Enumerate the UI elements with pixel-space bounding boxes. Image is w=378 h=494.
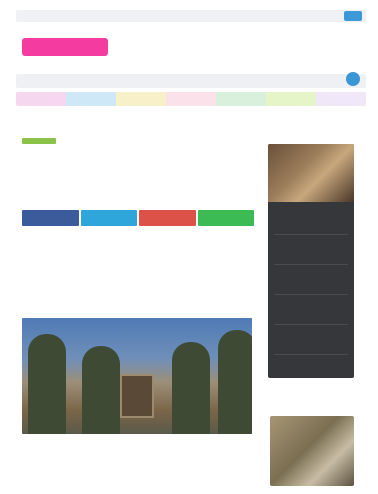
sidebar [268, 128, 356, 378]
divider [274, 264, 348, 265]
doorway-shape [120, 374, 154, 418]
share-twitter-button[interactable] [80, 210, 137, 226]
sidebar-title [268, 128, 356, 138]
category-strip-segment[interactable] [116, 92, 166, 106]
tree-shape [218, 330, 252, 434]
sidebar-thumbnail[interactable] [268, 144, 354, 202]
search-icon[interactable] [346, 72, 360, 86]
share-google-button[interactable] [139, 210, 196, 226]
site-logo[interactable] [22, 38, 108, 56]
top-bar-button[interactable] [344, 11, 362, 21]
divider [274, 354, 348, 355]
article-hero-image [22, 318, 252, 434]
divider [274, 324, 348, 325]
divider [274, 234, 348, 235]
share-whatsapp-button[interactable] [197, 210, 254, 226]
category-strip-segment[interactable] [16, 92, 66, 106]
tree-shape [172, 342, 210, 434]
sidebar-panel [268, 144, 354, 378]
breadcrumb[interactable] [22, 124, 254, 132]
divider [274, 294, 348, 295]
share-facebook-button[interactable] [22, 210, 79, 226]
sidebar-title-secondary [268, 400, 356, 410]
article-meta [22, 238, 254, 248]
sidebar-thumbnail[interactable] [270, 416, 354, 486]
article-header [22, 124, 254, 144]
category-strip-segment[interactable] [66, 92, 116, 106]
tree-shape [28, 334, 66, 434]
top-bar [16, 10, 366, 22]
sidebar-panel-secondary [270, 416, 354, 486]
category-strip [16, 92, 366, 106]
category-strip-segment[interactable] [166, 92, 216, 106]
category-tag[interactable] [22, 138, 56, 144]
category-strip-segment[interactable] [316, 92, 366, 106]
tree-shape [82, 346, 120, 434]
share-bar [22, 210, 254, 226]
category-strip-segment[interactable] [266, 92, 316, 106]
search-bar[interactable] [16, 72, 366, 88]
category-strip-segment[interactable] [216, 92, 266, 106]
